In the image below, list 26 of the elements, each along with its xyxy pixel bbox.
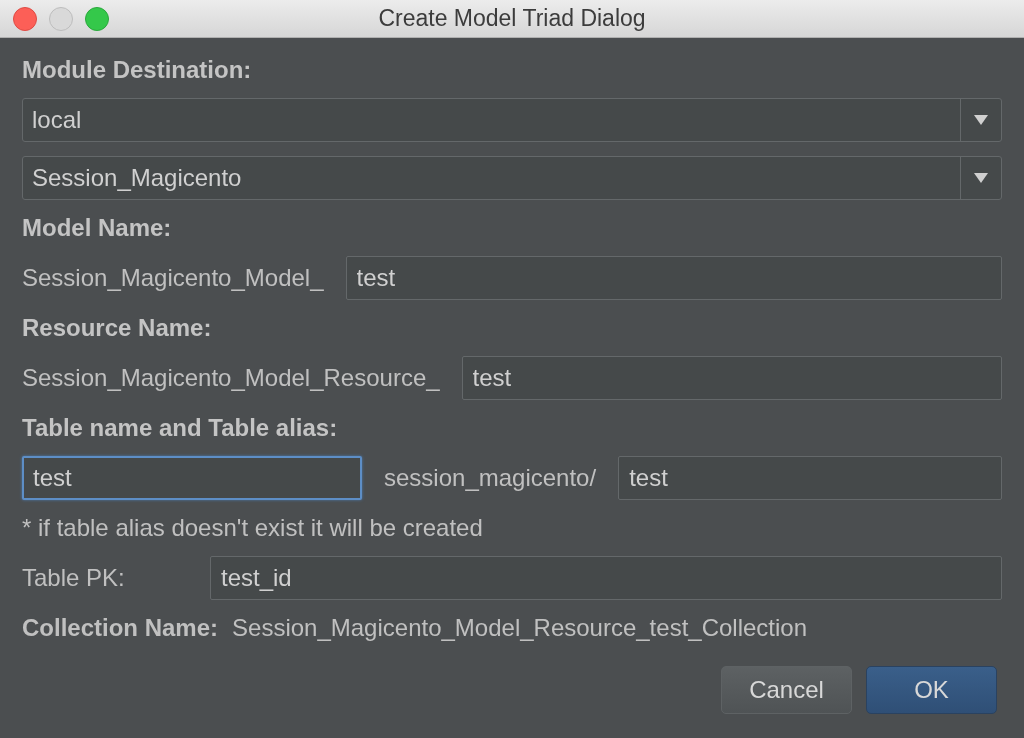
collection-name: Session_Magicento_Model_Resource_test_Collection [232,614,808,642]
text-field[interactable]: test [22,456,362,500]
dropdown[interactable]: local [22,98,1002,142]
alias-prefix: session_magicento/ [384,464,597,492]
zoom-button[interactable] [85,6,109,31]
minimize-button[interactable] [49,6,73,31]
window-title: Create Model Triad Dialog [378,5,646,31]
text-field[interactable]: test [461,356,1002,400]
text-field[interactable]: test_id [210,556,1002,600]
dropdown-arrow-icon [974,115,988,125]
text-field[interactable]: test [345,256,1002,300]
section-label: Model Name: [22,214,173,242]
dropdown[interactable]: Session_Magicento [22,156,1002,200]
ok-button[interactable]: OK [866,666,997,714]
field-prefix: Session_Magicento_Model_ [22,264,324,292]
close-button[interactable] [13,6,37,31]
section-label: Module Destination: [22,56,253,84]
dropdown-arrow-icon [974,173,988,183]
section-label: Table name and Table alias: [22,414,339,442]
field-label: Table PK: [22,564,126,592]
field-label: Collection Name: [22,614,219,642]
field-prefix: Session_Magicento_Model_Resource_ [22,364,440,392]
note-text: * if table alias doesn't exist it will be created [22,514,484,542]
section-label: Resource Name: [22,314,213,342]
cancel-button[interactable]: Cancel [721,666,852,714]
text-field[interactable]: test [618,456,1002,500]
